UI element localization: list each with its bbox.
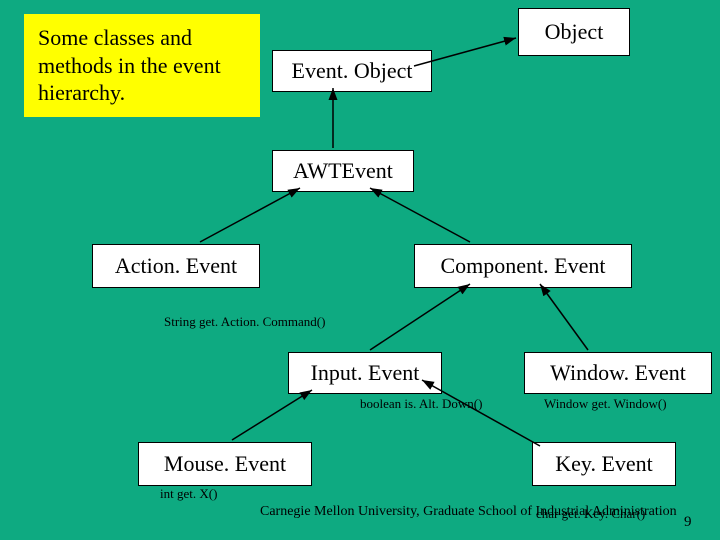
node-event-object: Event. Object — [272, 50, 432, 92]
node-awt-event: AWTEvent — [272, 150, 414, 192]
diagram-stage: Some classes and methods in the event hi… — [0, 0, 720, 540]
node-mouse-event: Mouse. Event — [138, 442, 312, 486]
method-get-action-command: String get. Action. Command() — [164, 314, 325, 330]
caption-note: Some classes and methods in the event hi… — [24, 14, 260, 117]
node-key-event: Key. Event — [532, 442, 676, 486]
node-window-event: Window. Event — [524, 352, 712, 394]
node-input-event: Input. Event — [288, 352, 442, 394]
node-component-event: Component. Event — [414, 244, 632, 288]
node-action-event: Action. Event — [92, 244, 260, 288]
footer-affiliation: Carnegie Mellon University, Graduate Sch… — [260, 504, 480, 520]
method-get-window: Window get. Window() — [544, 396, 667, 412]
node-object: Object — [518, 8, 630, 56]
method-is-alt-down: boolean is. Alt. Down() — [360, 396, 482, 412]
footer-page-number: 9 — [684, 514, 692, 531]
method-get-x: int get. X() — [160, 486, 217, 502]
